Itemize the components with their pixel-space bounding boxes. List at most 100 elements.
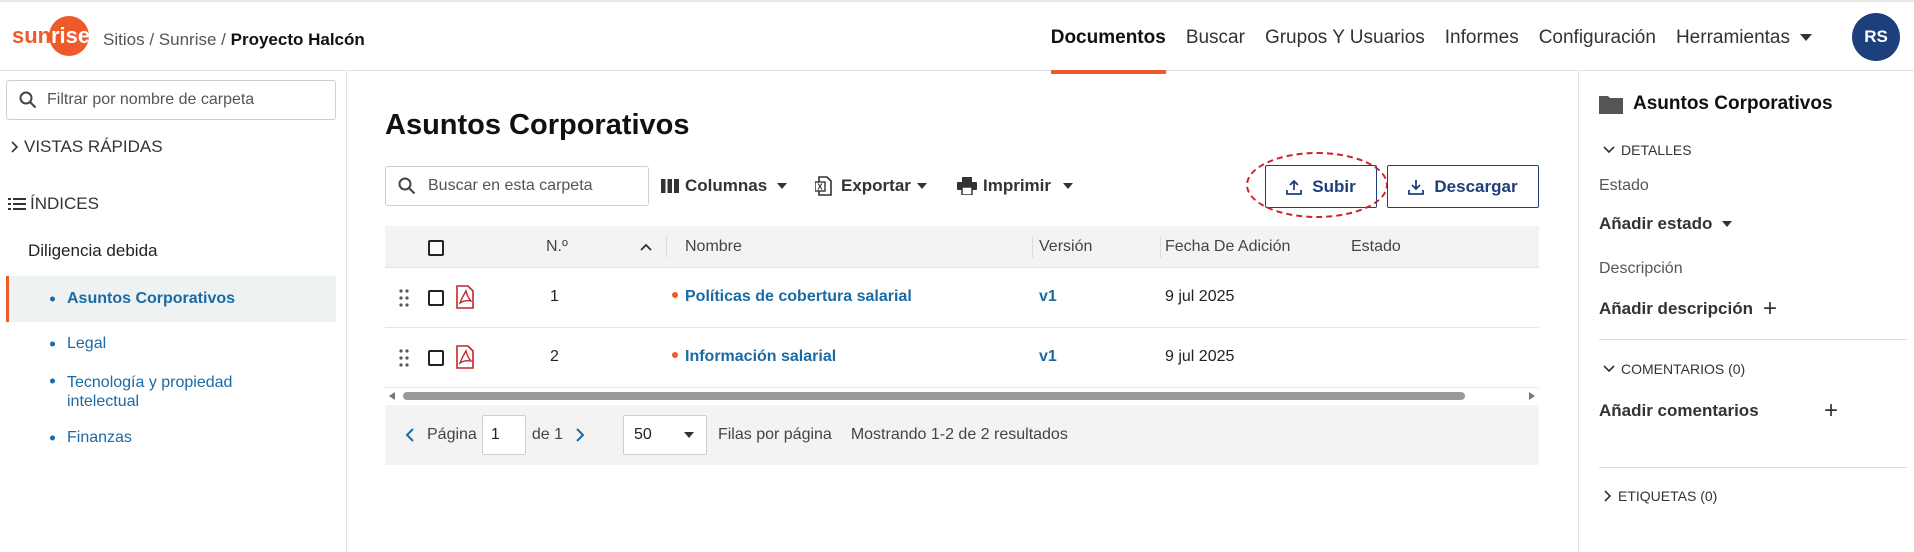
table-row[interactable]: 1 Políticas de cobertura salarial v1 9 j… (385, 268, 1539, 328)
sidebar-section-due-diligence[interactable]: Diligencia debida (28, 241, 157, 261)
row-number: 2 (550, 348, 559, 365)
status-dot (672, 351, 678, 358)
page-number-input[interactable]: 1 (481, 415, 526, 455)
add-status-label: Añadir estado (1599, 214, 1713, 233)
columns-icon (661, 179, 679, 193)
export-label: Exportar (841, 176, 911, 195)
add-description-button[interactable]: Añadir descripción + (1599, 297, 1777, 321)
scroll-left-icon[interactable] (389, 392, 395, 400)
quick-views-toggle[interactable]: VISTAS RÁPIDAS (10, 137, 163, 157)
scrollbar-thumb[interactable] (403, 392, 1465, 400)
breadcrumb-sites[interactable]: Sitios (103, 30, 145, 49)
chevron-right-icon (1604, 490, 1612, 502)
download-button[interactable]: Descargar (1387, 165, 1539, 208)
sort-ascending-icon[interactable] (640, 243, 652, 251)
columns-button[interactable]: Columnas (661, 176, 788, 196)
nav-reports[interactable]: Informes (1435, 2, 1529, 73)
nav-settings[interactable]: Configuración (1529, 2, 1666, 73)
bullet-dot (50, 435, 55, 441)
column-header-version[interactable]: Versión (1039, 238, 1092, 256)
sunrise-logo[interactable]: sun rise (12, 16, 94, 56)
drag-handle-icon[interactable] (399, 288, 409, 308)
previous-page-icon[interactable] (405, 428, 415, 442)
upload-button[interactable]: Subir (1265, 165, 1377, 208)
quick-views-label: VISTAS RÁPIDAS (24, 137, 163, 156)
add-comments-label: Añadir comentarios (1599, 401, 1759, 420)
next-page-icon[interactable] (575, 428, 585, 442)
rows-per-page-select[interactable]: 50 (622, 415, 707, 455)
select-all-checkbox[interactable] (428, 240, 444, 256)
column-header-status[interactable]: Estado (1351, 238, 1401, 256)
details-section-toggle[interactable]: DETALLES (1603, 142, 1692, 158)
sidebar-item-finance[interactable]: Finanzas (6, 423, 336, 453)
excel-export-icon: X (815, 176, 832, 196)
sidebar-item-corporate-affairs[interactable]: Asuntos Corporativos (6, 276, 336, 322)
nav-label: Documentos (1050, 26, 1166, 48)
document-name-link[interactable]: Información salarial (672, 348, 836, 366)
upload-icon (1286, 179, 1303, 195)
drag-handle-icon[interactable] (399, 348, 409, 368)
folder-filter-input[interactable] (47, 91, 327, 109)
column-header-date-added[interactable]: Fecha De Adición (1165, 238, 1290, 256)
nav-label: Herramientas (1675, 26, 1790, 48)
row-checkbox[interactable] (428, 290, 444, 306)
version-link[interactable]: v1 (1039, 288, 1057, 306)
main-nav: Documentos Buscar Grupos Y Usuarios Info… (1041, 2, 1822, 74)
sidebar-item-legal[interactable]: Legal (6, 329, 336, 359)
comments-section-toggle[interactable]: COMENTARIOS (0) (1603, 361, 1745, 377)
column-header-name[interactable]: Nombre (685, 238, 742, 256)
nav-search[interactable]: Buscar (1176, 2, 1255, 73)
pdf-file-icon (456, 285, 474, 309)
document-name-link[interactable]: Políticas de cobertura salarial (672, 288, 912, 306)
row-checkbox[interactable] (428, 350, 444, 366)
avatar-initials: RS (1864, 27, 1888, 46)
nav-label: Configuración (1538, 26, 1656, 48)
avatar[interactable]: RS (1852, 13, 1900, 61)
column-header-number[interactable]: N.º (546, 238, 568, 256)
printer-icon (957, 177, 977, 195)
pdf-file-icon (456, 345, 474, 369)
upload-label: Subir (1312, 176, 1356, 196)
document-name: Información salarial (685, 348, 837, 365)
search-icon (398, 177, 416, 195)
table-row[interactable]: 2 Información salarial v1 9 jul 2025 (385, 328, 1539, 388)
breadcrumb-separator: / (221, 30, 226, 49)
breadcrumb-site[interactable]: Sunrise (159, 30, 217, 49)
page-total: de 1 (531, 426, 563, 443)
date-added: 9 jul 2025 (1165, 288, 1235, 305)
page-label: Página (427, 426, 477, 443)
bullet-dot (50, 296, 55, 302)
add-status-dropdown[interactable]: Añadir estado (1599, 214, 1733, 234)
caret-down-icon (1722, 221, 1733, 227)
indices-toggle[interactable]: ÍNDICES (8, 194, 99, 214)
nav-documents[interactable]: Documentos (1041, 2, 1176, 74)
date-added: 9 jul 2025 (1165, 348, 1235, 365)
details-section-label: DETALLES (1621, 142, 1692, 158)
folder-filter (6, 80, 336, 120)
scroll-right-icon[interactable] (1529, 392, 1535, 400)
nav-groups-users[interactable]: Grupos Y Usuarios (1255, 2, 1435, 73)
add-comment-plus-icon[interactable]: + (1824, 399, 1838, 423)
tags-section-toggle[interactable]: ETIQUETAS (0) (1603, 488, 1717, 504)
sidebar-item-label: Finanzas (67, 429, 132, 446)
folder-search-input[interactable] (428, 177, 638, 195)
nav-tools[interactable]: Herramientas (1666, 2, 1822, 73)
column-divider (1032, 236, 1033, 258)
caret-down-icon (777, 183, 788, 189)
status-label: Estado (1599, 177, 1649, 194)
document-name: Políticas de cobertura salarial (685, 288, 912, 305)
sidebar-item-technology-ip[interactable]: Tecnología y propiedad intelectual (6, 371, 256, 413)
print-button[interactable]: Imprimir (957, 176, 1074, 196)
folder-icon (1599, 96, 1623, 114)
caret-down-icon (1800, 34, 1812, 41)
horizontal-scrollbar[interactable] (385, 389, 1539, 403)
row-number: 1 (550, 288, 559, 305)
download-icon (1408, 179, 1425, 195)
rows-per-page-label: Filas por página (717, 426, 832, 443)
search-icon (19, 91, 37, 109)
version-link[interactable]: v1 (1039, 348, 1057, 366)
nav-label: Grupos Y Usuarios (1264, 26, 1425, 48)
export-button[interactable]: X Exportar (815, 176, 927, 196)
table-header: N.º Nombre Versión Fecha De Adición Esta… (385, 226, 1539, 268)
rows-per-page-value: 50 (633, 426, 652, 443)
